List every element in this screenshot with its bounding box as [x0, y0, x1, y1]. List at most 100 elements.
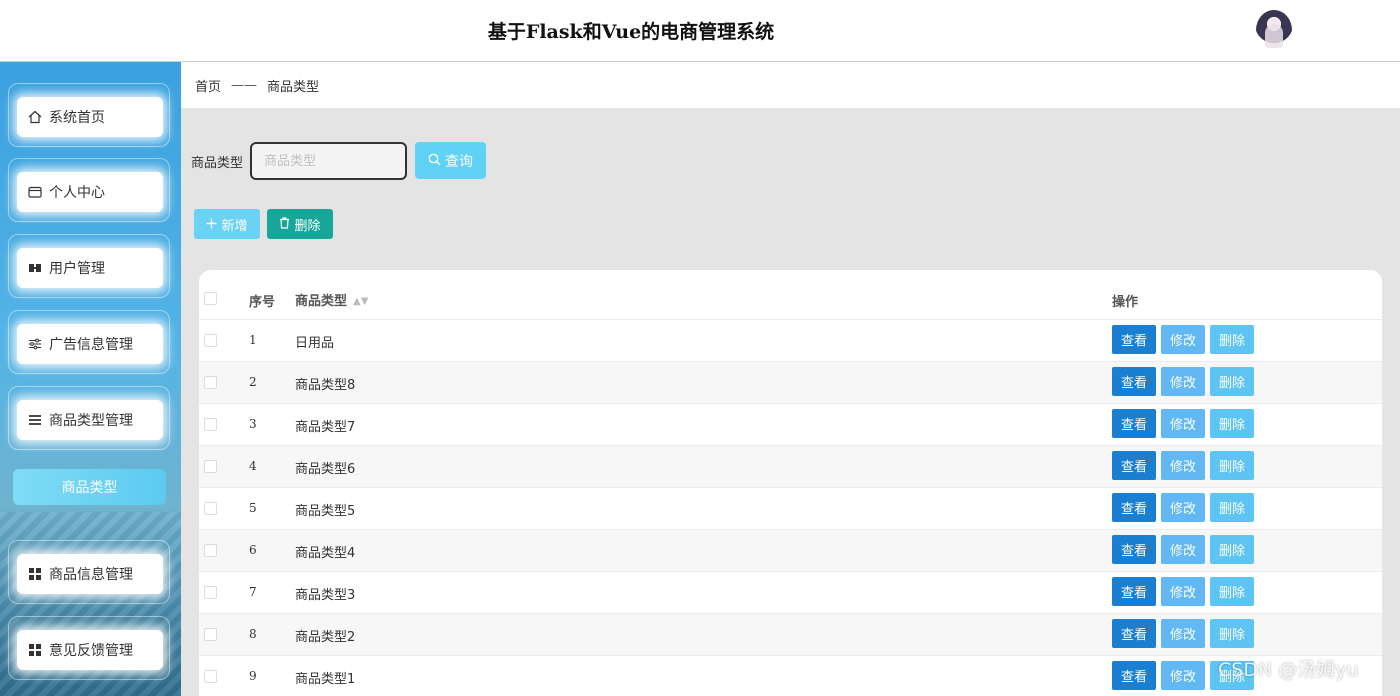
product-type-table: 序号 商品类型 ▲▼ 操作 1 日用品 查看 修改 删除 2 商品类型8 查看 修改 删除 3 商品类型… — [199, 270, 1382, 696]
search-icon — [428, 153, 441, 169]
view-button[interactable]: 查看 — [1112, 661, 1156, 690]
search-input[interactable] — [250, 142, 407, 180]
row-index: 5 — [249, 501, 257, 515]
row-checkbox[interactable] — [204, 418, 217, 431]
delete-button[interactable]: 删除 — [1210, 535, 1254, 564]
sort-icon[interactable]: ▲▼ — [353, 296, 368, 307]
edit-button[interactable]: 修改 — [1161, 409, 1205, 438]
view-button[interactable]: 查看 — [1112, 367, 1156, 396]
table-row: 3 商品类型7 查看 修改 删除 — [199, 404, 1382, 446]
row-actions: 查看 修改 删除 — [1112, 367, 1254, 396]
sliders-icon — [27, 336, 43, 352]
search-label: 商品类型 — [191, 156, 244, 171]
batch-delete-button-label: 删除 — [294, 217, 321, 233]
row-checkbox[interactable] — [204, 670, 217, 683]
sidebar-item-products[interactable]: 商品信息管理 — [8, 540, 170, 604]
sidebar-item-label: 系统首页 — [49, 110, 105, 126]
row-type: 商品类型7 — [295, 420, 356, 435]
row-checkbox[interactable] — [204, 334, 217, 347]
row-checkbox[interactable] — [204, 460, 217, 473]
row-checkbox[interactable] — [204, 544, 217, 557]
wallet-icon — [27, 184, 43, 200]
view-button[interactable]: 查看 — [1112, 577, 1156, 606]
row-index: 1 — [249, 333, 257, 347]
edit-button[interactable]: 修改 — [1161, 619, 1205, 648]
delete-button[interactable]: 删除 — [1210, 577, 1254, 606]
sidebar-item-profile[interactable]: 个人中心 — [8, 158, 170, 222]
user-avatar[interactable] — [1256, 10, 1292, 50]
view-button[interactable]: 查看 — [1112, 535, 1156, 564]
header-operation: 操作 — [1112, 295, 1139, 310]
list-icon — [27, 412, 43, 428]
row-index: 6 — [249, 543, 257, 557]
row-index: 2 — [249, 375, 257, 389]
row-actions: 查看 修改 删除 — [1112, 619, 1254, 648]
sidebar-item-feedback[interactable]: 意见反馈管理 — [8, 616, 170, 680]
edit-button[interactable]: 修改 — [1161, 661, 1205, 690]
row-index: 4 — [249, 459, 257, 473]
row-type: 商品类型5 — [295, 504, 356, 519]
breadcrumb-current: 商品类型 — [267, 79, 320, 95]
row-actions: 查看 修改 删除 — [1112, 493, 1254, 522]
delete-button[interactable]: 删除 — [1210, 409, 1254, 438]
sidebar-item-label: 商品类型管理 — [49, 413, 133, 429]
edit-button[interactable]: 修改 — [1161, 451, 1205, 480]
delete-button[interactable]: 删除 — [1210, 367, 1254, 396]
row-actions: 查看 修改 删除 — [1112, 325, 1254, 354]
sidebar-item-label: 商品信息管理 — [49, 567, 133, 583]
row-type: 商品类型2 — [295, 630, 356, 645]
table-row: 9 商品类型1 查看 修改 删除 — [199, 656, 1382, 696]
row-actions: 查看 修改 删除 — [1112, 577, 1254, 606]
delete-button[interactable]: 删除 — [1210, 325, 1254, 354]
trash-icon — [279, 216, 290, 232]
row-checkbox[interactable] — [204, 502, 217, 515]
view-button[interactable]: 查看 — [1112, 493, 1156, 522]
sidebar-item-product-types[interactable]: 商品类型管理 — [8, 386, 170, 450]
delete-button[interactable]: 删除 — [1210, 493, 1254, 522]
sidebar-item-users[interactable]: 用户管理 — [8, 234, 170, 298]
row-index: 7 — [249, 585, 257, 599]
edit-button[interactable]: 修改 — [1161, 577, 1205, 606]
edit-button[interactable]: 修改 — [1161, 325, 1205, 354]
sidebar-item-ads[interactable]: 广告信息管理 — [8, 310, 170, 374]
row-actions: 查看 修改 删除 — [1112, 451, 1254, 480]
edit-button[interactable]: 修改 — [1161, 493, 1205, 522]
sidebar-subitem-product-type[interactable]: 商品类型 — [13, 469, 166, 505]
table-row: 2 商品类型8 查看 修改 删除 — [199, 362, 1382, 404]
row-type: 商品类型6 — [295, 462, 356, 477]
delete-button[interactable]: 删除 — [1210, 451, 1254, 480]
search-button-label: 查询 — [445, 152, 473, 169]
delete-button[interactable]: 删除 — [1210, 619, 1254, 648]
add-button[interactable]: 新增 — [194, 209, 260, 239]
home-icon — [27, 109, 43, 125]
watermark: CSDN @汤姆yu — [1218, 659, 1359, 681]
row-index: 3 — [249, 417, 257, 431]
view-button[interactable]: 查看 — [1112, 409, 1156, 438]
sidebar-item-label: 个人中心 — [49, 185, 105, 201]
edit-button[interactable]: 修改 — [1161, 535, 1205, 564]
breadcrumb: 首页 —— 商品类型 — [181, 62, 1400, 108]
view-button[interactable]: 查看 — [1112, 451, 1156, 480]
header-type[interactable]: 商品类型 ▲▼ — [295, 290, 368, 309]
plus-icon — [206, 217, 217, 232]
row-checkbox[interactable] — [204, 376, 217, 389]
row-type: 商品类型4 — [295, 546, 356, 561]
table-header: 序号 商品类型 ▲▼ 操作 — [199, 278, 1382, 320]
header-index: 序号 — [249, 295, 276, 310]
table-row: 6 商品类型4 查看 修改 删除 — [199, 530, 1382, 572]
row-type: 日用品 — [295, 336, 335, 351]
table-row: 8 商品类型2 查看 修改 删除 — [199, 614, 1382, 656]
view-button[interactable]: 查看 — [1112, 619, 1156, 648]
sidebar-item-home[interactable]: 系统首页 — [8, 83, 170, 147]
row-checkbox[interactable] — [204, 586, 217, 599]
table-row: 1 日用品 查看 修改 删除 — [199, 320, 1382, 362]
grid-icon — [27, 642, 43, 658]
search-button[interactable]: 查询 — [415, 142, 486, 179]
view-button[interactable]: 查看 — [1112, 325, 1156, 354]
select-all-checkbox[interactable] — [204, 292, 217, 305]
edit-button[interactable]: 修改 — [1161, 367, 1205, 396]
breadcrumb-home[interactable]: 首页 — [195, 76, 221, 95]
batch-delete-button[interactable]: 删除 — [267, 209, 333, 239]
row-checkbox[interactable] — [204, 628, 217, 641]
users-icon — [27, 260, 43, 276]
